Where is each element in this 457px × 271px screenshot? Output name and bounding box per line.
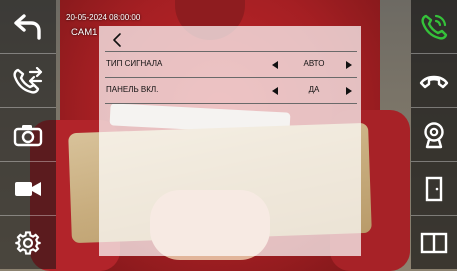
camera-label: CAM1 [71, 27, 98, 38]
signal-type-value: АВТО [303, 59, 325, 68]
signal-type-prev-button[interactable] [270, 60, 280, 70]
answer-call-icon [421, 14, 448, 40]
settings-menu-panel: ТИП СИГНАЛА АВТО ПАНЕЛЬ ВКЛ. ДА [99, 26, 361, 256]
door-unlock-button[interactable] [411, 162, 457, 216]
record-video-button[interactable] [0, 162, 56, 216]
arrow-left-icon [272, 61, 278, 69]
intercom-screen: 20-05-2024 08:00:00 CAM1 ТИП СИГНАЛА АВТ… [0, 0, 457, 271]
settings-button[interactable] [0, 216, 56, 269]
video-record-icon [15, 181, 41, 196]
menu-divider [105, 103, 357, 104]
chevron-left-icon [113, 33, 121, 47]
snapshot-button[interactable] [0, 108, 56, 162]
panel-on-next-button[interactable] [344, 86, 354, 96]
menu-back-button[interactable] [109, 31, 127, 49]
hang-up-button[interactable] [411, 54, 457, 108]
signal-type-label: ТИП СИГНАЛА [106, 59, 163, 68]
gear-icon [15, 230, 41, 255]
left-toolbar [0, 0, 56, 271]
signal-type-next-button[interactable] [344, 60, 354, 70]
right-toolbar [411, 0, 457, 271]
door-icon [425, 176, 443, 201]
menu-divider [105, 51, 357, 52]
camera-icon [13, 124, 43, 146]
panel-on-prev-button[interactable] [270, 86, 280, 96]
back-icon [14, 13, 41, 40]
panel-on-value: ДА [308, 85, 320, 94]
webcam-icon [424, 121, 444, 148]
split-screen-icon [420, 232, 448, 253]
call-transfer-button[interactable] [0, 54, 56, 108]
hang-up-icon [419, 75, 449, 88]
datetime-label: 20-05-2024 08:00:00 [66, 13, 141, 22]
arrow-left-icon [272, 87, 278, 95]
panel-on-label: ПАНЕЛЬ ВКЛ. [106, 85, 159, 94]
split-view-button[interactable] [411, 216, 457, 269]
call-transfer-icon [13, 66, 43, 94]
arrow-right-icon [346, 87, 352, 95]
monitor-camera-button[interactable] [411, 108, 457, 162]
back-button[interactable] [0, 0, 56, 54]
answer-call-button[interactable] [411, 0, 457, 54]
menu-divider [105, 77, 357, 78]
arrow-right-icon [346, 61, 352, 69]
